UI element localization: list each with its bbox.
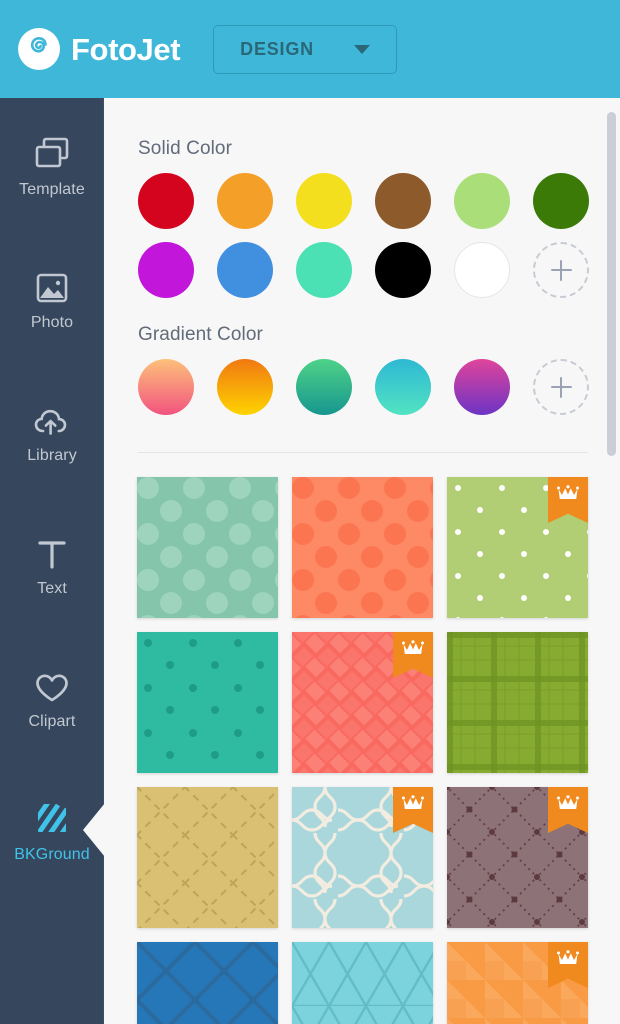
app-header: FotoJet DESIGN (0, 0, 620, 98)
add-solid-color-button[interactable] (533, 242, 589, 298)
left-sidebar: Template Photo Library Text Clipart BKGr… (0, 98, 105, 1024)
chevron-down-icon (354, 44, 371, 54)
sidebar-item-clipart[interactable]: Clipart (0, 630, 104, 763)
pattern-thumbnail-mauve-dotted-diamond[interactable] (447, 787, 588, 928)
solid-swatch-magenta[interactable] (138, 242, 194, 298)
design-mode-label: DESIGN (240, 38, 314, 59)
pattern-thumbnail-sage-polka-dots[interactable] (137, 477, 278, 618)
sidebar-item-bkground[interactable]: BKGround (0, 763, 105, 896)
solid-swatch-white[interactable] (454, 242, 510, 298)
design-mode-button[interactable]: DESIGN (213, 24, 398, 74)
gradient-color-heading: Gradient Color (138, 324, 263, 345)
gradient-color-row (138, 359, 620, 415)
solid-color-row-2 (138, 242, 620, 298)
pattern-thumbnail-grid (137, 477, 602, 1024)
solid-swatch-blue[interactable] (217, 242, 273, 298)
sidebar-item-photo[interactable]: Photo (0, 231, 104, 364)
solid-swatch-light-green[interactable] (454, 173, 510, 229)
solid-swatch-dark-green[interactable] (533, 173, 589, 229)
solid-swatch-turquoise[interactable] (296, 242, 352, 298)
sidebar-item-template[interactable]: Template (0, 98, 104, 231)
sidebar-label: Library (27, 447, 77, 464)
plus-icon (550, 376, 572, 398)
solid-swatch-brown[interactable] (375, 173, 431, 229)
diagonal-stripes-icon (33, 795, 71, 837)
pattern-thumbnail-lightblue-triangles[interactable] (292, 942, 433, 1024)
solid-color-row-1 (138, 173, 620, 229)
panel-divider (138, 452, 588, 453)
solid-swatch-black[interactable] (375, 242, 431, 298)
brand-name: FotoJet (71, 31, 181, 67)
template-layers-icon (33, 130, 71, 172)
sidebar-item-library[interactable]: Library (0, 364, 104, 497)
solid-swatch-yellow[interactable] (296, 173, 352, 229)
solid-swatch-crimson-red[interactable] (138, 173, 194, 229)
pattern-thumbnail-teal-small-dots[interactable] (137, 632, 278, 773)
cloud-upload-icon (33, 396, 71, 438)
vertical-scrollbar-thumb[interactable] (607, 112, 616, 456)
pattern-thumbnail-coral-basketweave[interactable] (292, 632, 433, 773)
fotojet-app: FotoJet DESIGN Template Photo Library Te… (0, 0, 620, 1024)
gradient-swatch-green-teal[interactable] (296, 359, 352, 415)
add-gradient-color-button[interactable] (533, 359, 589, 415)
photo-image-icon (35, 263, 69, 305)
vertical-scrollbar-track[interactable] (607, 100, 616, 1022)
pattern-thumbnail-tan-dashed-lattice[interactable] (137, 787, 278, 928)
sidebar-label: Photo (30, 314, 74, 331)
heart-icon (34, 662, 70, 704)
sidebar-label: BKGround (14, 846, 90, 863)
sidebar-label: Text (37, 580, 67, 597)
gradient-swatch-orange-gold[interactable] (217, 359, 273, 415)
pattern-thumbnail-coral-polka-dots[interactable] (292, 477, 433, 618)
gradient-swatch-peach-pink[interactable] (138, 359, 194, 415)
pattern-thumbnail-blue-diagonal-cross[interactable] (137, 942, 278, 1024)
active-indicator (83, 802, 105, 857)
pattern-thumbnail-orange-triangles[interactable] (447, 942, 588, 1024)
pattern-thumbnail-olive-small-dots[interactable] (447, 477, 588, 618)
gradient-swatch-pink-purple[interactable] (454, 359, 510, 415)
text-t-icon (35, 529, 69, 571)
fotojet-spiral-logo-icon (18, 28, 60, 70)
plus-icon (550, 259, 572, 281)
solid-swatch-orange[interactable] (217, 173, 273, 229)
sidebar-item-text[interactable]: Text (0, 497, 104, 630)
pattern-thumbnail-olive-plaid[interactable] (447, 632, 588, 773)
brand-logo[interactable]: FotoJet (18, 28, 181, 70)
pattern-thumbnail-lightblue-quatrefoil[interactable] (292, 787, 433, 928)
sidebar-label: Clipart (28, 713, 76, 730)
gradient-swatch-cyan-mint[interactable] (375, 359, 431, 415)
background-panel: Solid Color Gradient Color (104, 98, 620, 1024)
sidebar-label: Template (19, 181, 85, 198)
solid-color-heading: Solid Color (138, 138, 233, 159)
